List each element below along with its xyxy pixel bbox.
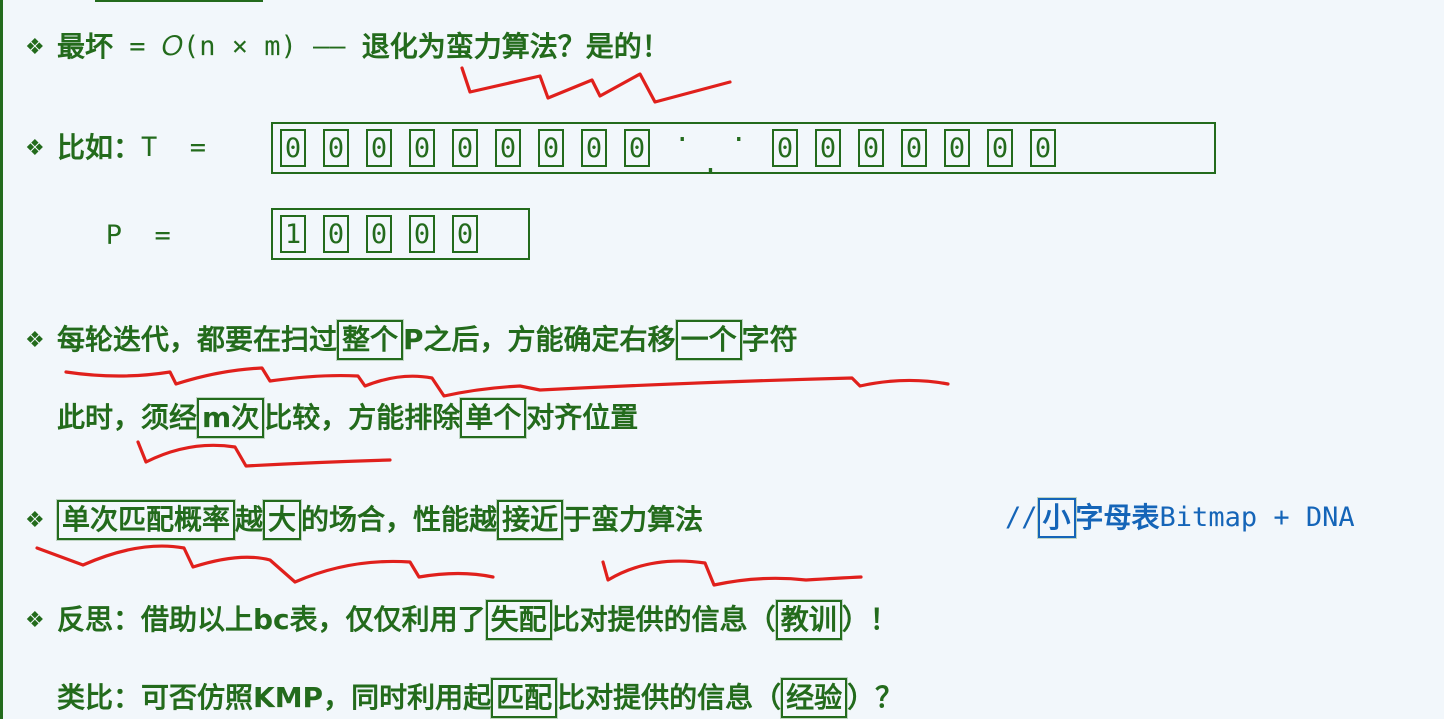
- char-cell: 0: [366, 129, 392, 167]
- char-cell: 0: [409, 129, 435, 167]
- char-cell: 0: [452, 129, 478, 167]
- text-segment: = 𝑂(n × m) ——: [113, 31, 362, 62]
- char-cell: 0: [944, 129, 970, 167]
- text-segment: 每轮迭代，都要在扫过: [57, 323, 338, 356]
- text-segment: 类比：可否仿照KMP，同时利用起: [57, 681, 492, 714]
- text-segment: 字符: [741, 323, 798, 356]
- annotation-underline-1: [460, 66, 732, 104]
- boxed-keyword: 整个: [337, 320, 404, 360]
- diamond-bullet-icon: ❖: [25, 135, 45, 161]
- char-cell: 0: [323, 215, 349, 253]
- text-segment: ）！: [841, 603, 898, 636]
- char-cell: 0: [987, 129, 1013, 167]
- char-cell: 0: [624, 129, 650, 167]
- text-segment: 比对提供的信息（: [557, 681, 782, 714]
- diamond-bullet-icon: ❖: [25, 34, 45, 60]
- text-segment: //: [1005, 502, 1038, 533]
- text-segment: 最坏: [57, 30, 114, 63]
- annotation-underline-5: [601, 559, 863, 587]
- slide-top-mark: [95, 0, 263, 2]
- annotation-underline-2: [64, 366, 950, 398]
- text-segment: ）？: [847, 681, 904, 714]
- boxed-keyword: 经验: [781, 678, 848, 718]
- slide-left-border: [0, 0, 3, 719]
- text-segment: Bitmap + DNA: [1159, 502, 1355, 533]
- text-T-array: 000000000. . .0000000: [271, 117, 1216, 179]
- boxed-keyword: 单个: [460, 398, 527, 438]
- char-cell: 0: [581, 129, 607, 167]
- char-cell: 1: [280, 215, 306, 253]
- text-segment: T =: [141, 132, 207, 163]
- boxed-keyword: 匹配: [491, 678, 558, 718]
- boxed-keyword: 接近: [497, 500, 564, 540]
- char-cell: 0: [772, 129, 798, 167]
- char-cell: 0: [858, 129, 884, 167]
- comment-small-alphabet: //小字母表 Bitmap + DNA: [1005, 498, 1355, 538]
- text-segment: 比较，方能排除: [264, 401, 461, 434]
- boxed-keyword: 单次匹配概率: [57, 500, 236, 540]
- diamond-bullet-icon: ❖: [25, 607, 45, 633]
- text-segment: 此时，须经: [57, 401, 198, 434]
- boxed-keyword: 小: [1037, 498, 1076, 538]
- char-cell: 0: [815, 129, 841, 167]
- boxed-keyword: 失配: [485, 600, 552, 640]
- text-segment: 的场合，性能越: [301, 503, 498, 536]
- text-segment: 反思：借助以上bc表，仅仅利用了: [57, 603, 486, 636]
- slide-line-3: P =: [25, 216, 171, 256]
- char-cell: 0: [280, 129, 306, 167]
- slide-line-2: ❖ 比如： T =: [25, 128, 206, 168]
- slide-line-8: 类比：可否仿照KMP，同时利用起 匹配 比对提供的信息（ 经验）？: [25, 678, 903, 718]
- text-segment: 退化为蛮力算法？是的！: [361, 30, 670, 63]
- text-segment: P之后，方能确定右移: [403, 323, 676, 356]
- slide-line-1: ❖ 最坏 = 𝑂(n × m) —— 退化为蛮力算法？是的！: [25, 27, 670, 67]
- char-cell: 0: [409, 215, 435, 253]
- char-cell: 0: [1030, 129, 1056, 167]
- char-cell: 0: [366, 215, 392, 253]
- boxed-keyword: 大: [263, 500, 302, 540]
- ellipsis: . . .: [674, 117, 759, 179]
- boxed-keyword: m次: [197, 398, 265, 438]
- annotation-underline-4: [35, 544, 495, 584]
- text-segment: 越: [235, 503, 264, 536]
- text-segment: P =: [57, 220, 171, 251]
- slide-line-7: ❖ 反思：借助以上bc表，仅仅利用了 失配 比对提供的信息（ 教训）！: [25, 600, 898, 640]
- boxed-keyword: 教训: [775, 600, 842, 640]
- char-cell: 0: [538, 129, 564, 167]
- text-segment: 于蛮力算法: [563, 503, 704, 536]
- text-segment: 比如：: [57, 131, 142, 164]
- annotation-underline-3: [136, 440, 392, 468]
- diamond-bullet-icon: ❖: [25, 327, 45, 353]
- text-segment: 比对提供的信息（: [551, 603, 776, 636]
- slide-line-4: ❖ 每轮迭代，都要在扫过 整个 P之后，方能确定右移 一个 字符: [25, 320, 798, 360]
- char-cell: 0: [901, 129, 927, 167]
- char-cell: 0: [323, 129, 349, 167]
- pattern-P-array: 10000: [271, 208, 530, 260]
- slide-line-5: 此时，须经 m次 比较，方能排除 单个 对齐位置: [25, 398, 638, 438]
- diamond-bullet-icon: ❖: [25, 507, 45, 533]
- slide-line-6: ❖ 单次匹配概率越大的场合，性能越 接近 于蛮力算法: [25, 500, 703, 540]
- char-cell: 0: [452, 215, 478, 253]
- text-segment: 字母表: [1075, 501, 1160, 534]
- boxed-keyword: 一个: [675, 320, 742, 360]
- char-cell: 0: [495, 129, 521, 167]
- text-segment: 对齐位置: [526, 401, 639, 434]
